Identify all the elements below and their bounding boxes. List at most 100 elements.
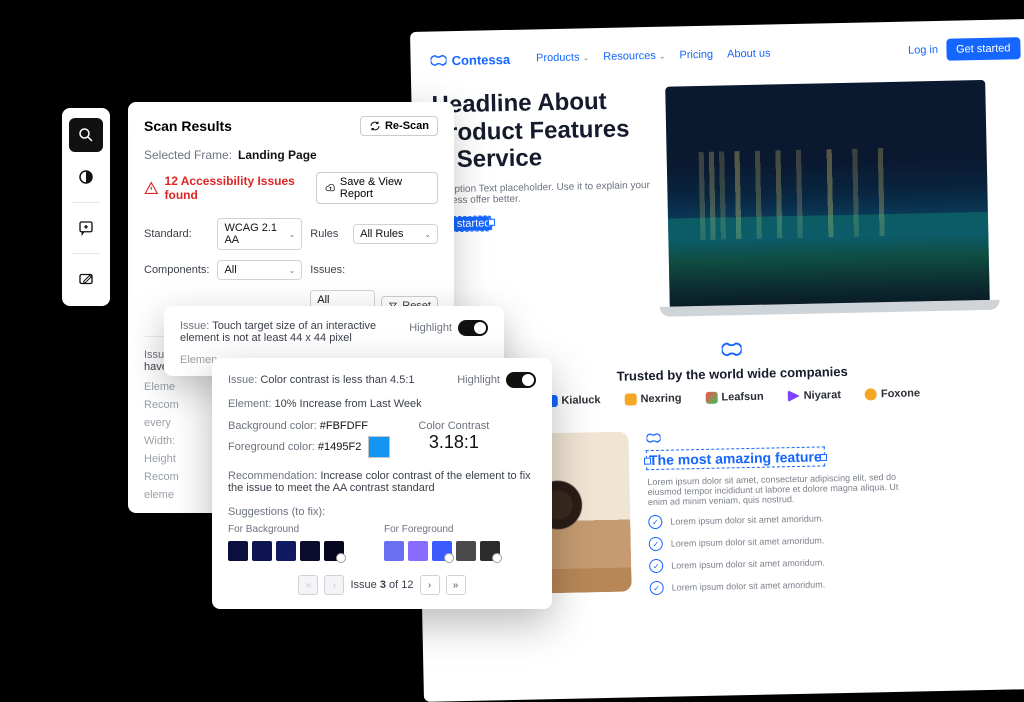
chevron-down-icon: ⌄ — [582, 53, 589, 62]
comment-plus-icon — [77, 219, 95, 237]
contrast-tool-button[interactable] — [69, 160, 103, 194]
standard-dropdown[interactable]: WCAG 2.1 AA⌄ — [217, 218, 302, 250]
suggestions-foreground: For Foreground — [384, 524, 500, 561]
company-nexring: Nexring — [624, 392, 681, 405]
swatch[interactable] — [324, 541, 344, 561]
rename-tool-button[interactable] — [69, 262, 103, 296]
get-started-button[interactable]: Get started — [946, 37, 1021, 61]
chevron-down-icon: ⌄ — [289, 266, 296, 275]
nav-about[interactable]: About us — [727, 47, 771, 60]
chevron-down-icon: ⌄ — [424, 230, 431, 239]
pager-first-button[interactable]: « — [298, 575, 318, 595]
site-auth: Log in Get started — [908, 37, 1021, 61]
nav-pricing[interactable]: Pricing — [679, 49, 713, 62]
issue-pager: « ‹ Issue 3 of 12 › » — [228, 575, 536, 595]
frame-name: Landing Page — [238, 148, 317, 162]
company-icon — [624, 393, 636, 405]
swatch[interactable] — [408, 541, 428, 561]
highlight-label: Highlight — [457, 374, 500, 386]
pager-last-button[interactable]: » — [446, 575, 466, 595]
search-tool-button[interactable] — [69, 118, 103, 152]
color-info: Background color: #FBFDFF Foreground col… — [228, 420, 536, 458]
list-item: ✓Lorem ipsum dolor sit amet amoridum. — [649, 532, 909, 551]
hero-headline: Headline About Product Features & Servic… — [431, 87, 653, 174]
swatch[interactable] — [480, 541, 500, 561]
site-nav: Products⌄ Resources⌄ Pricing About us — [536, 47, 771, 64]
refresh-icon — [369, 120, 381, 132]
add-comment-button[interactable] — [69, 211, 103, 245]
chevron-down-icon: ⌄ — [659, 51, 666, 60]
highlight-toggle[interactable] — [458, 320, 488, 336]
company-icon — [788, 390, 800, 402]
company-kialuck: Kialuck — [545, 394, 600, 407]
company-icon — [865, 388, 877, 400]
list-item: ✓Lorem ipsum dolor sit amet amoridum. — [650, 576, 910, 595]
company-leafsun: Leafsun — [705, 391, 763, 404]
warning-icon — [144, 180, 159, 196]
edit-frame-icon — [77, 270, 95, 288]
search-icon — [77, 126, 95, 144]
fg-swatch — [368, 436, 390, 458]
check-icon: ✓ — [648, 515, 662, 529]
list-item: ✓Lorem ipsum dolor sit amet amoridum. — [648, 510, 908, 529]
highlight-label: Highlight — [409, 322, 452, 334]
ratio-value: 3.18:1 — [418, 432, 489, 453]
fg-swatches — [384, 541, 500, 561]
nav-products[interactable]: Products⌄ — [536, 51, 589, 64]
components-label: Components: — [144, 264, 209, 276]
login-link[interactable]: Log in — [908, 44, 938, 57]
issue-text: Touch target size of an interactive elem… — [180, 320, 376, 344]
element-value: 10% Increase from Last Week — [274, 398, 421, 410]
suggestions-label: Suggestions (to fix): — [228, 506, 536, 518]
tool-rail — [62, 108, 110, 306]
issues-warning: 12 Accessibility Issues found — [144, 174, 316, 202]
rescan-button[interactable]: Re-Scan — [360, 116, 438, 136]
highlight-toggle[interactable] — [506, 372, 536, 388]
feature-mark — [646, 426, 906, 445]
company-foxone: Foxone — [865, 387, 920, 400]
list-item: ✓Lorem ipsum dolor sit amet amoridum. — [649, 554, 909, 573]
chevron-down-icon: ⌄ — [289, 230, 296, 239]
swatch[interactable] — [384, 541, 404, 561]
feature-title[interactable]: The most amazing feature — [647, 447, 824, 469]
site-header: Contessa Products⌄ Resources⌄ Pricing Ab… — [430, 37, 1020, 71]
recommendation: Recommendation: Increase color contrast … — [228, 470, 536, 494]
site-logo[interactable]: Contessa — [430, 51, 510, 69]
feature-desc: Lorem ipsum dolor sit amet, consectetur … — [647, 472, 908, 507]
swatch[interactable] — [276, 541, 296, 561]
hero: Headline About Product Features & Servic… — [431, 79, 1024, 321]
swatch[interactable] — [432, 541, 452, 561]
components-dropdown[interactable]: All⌄ — [217, 260, 302, 280]
bg-swatches — [228, 541, 344, 561]
rules-dropdown[interactable]: All Rules⌄ — [353, 224, 438, 244]
standard-label: Standard: — [144, 228, 209, 240]
issue-card-3: Issue: Color contrast is less than 4.5:1… — [212, 358, 552, 609]
panel-title: Scan Results Re-Scan — [144, 116, 438, 136]
feature-text: The most amazing feature Lorem ipsum dol… — [646, 426, 909, 595]
pager-prev-button[interactable]: ‹ — [324, 575, 344, 595]
hero-image — [665, 80, 990, 307]
suggestions: Suggestions (to fix): For Background For… — [228, 506, 536, 561]
separator — [72, 202, 100, 203]
bg-hex: #FBFDFF — [320, 420, 368, 432]
element-row: Element: 10% Increase from Last Week — [228, 398, 536, 410]
selection-handles[interactable]: The most amazing feature — [647, 450, 824, 468]
fg-hex: #1495F2 — [318, 441, 361, 453]
issues-label: Issues: — [310, 264, 345, 276]
pager-text: Issue 3 of 12 — [350, 579, 413, 591]
separator — [72, 253, 100, 254]
swatch[interactable] — [228, 541, 248, 561]
company-icon — [705, 392, 717, 404]
check-icon: ✓ — [650, 581, 664, 595]
hero-image-wrap — [665, 79, 1024, 316]
issues-summary: 12 Accessibility Issues found Save & Vie… — [144, 172, 438, 204]
save-report-button[interactable]: Save & View Report — [316, 172, 438, 204]
nav-resources[interactable]: Resources⌄ — [603, 50, 666, 63]
swatch[interactable] — [456, 541, 476, 561]
check-icon: ✓ — [649, 559, 663, 573]
pager-next-button[interactable]: › — [420, 575, 440, 595]
hero-text: Headline About Product Features & Servic… — [431, 87, 656, 322]
swatch[interactable] — [300, 541, 320, 561]
swatch[interactable] — [252, 541, 272, 561]
hero-description: escription Text placeholder. Use it to e… — [433, 180, 653, 207]
